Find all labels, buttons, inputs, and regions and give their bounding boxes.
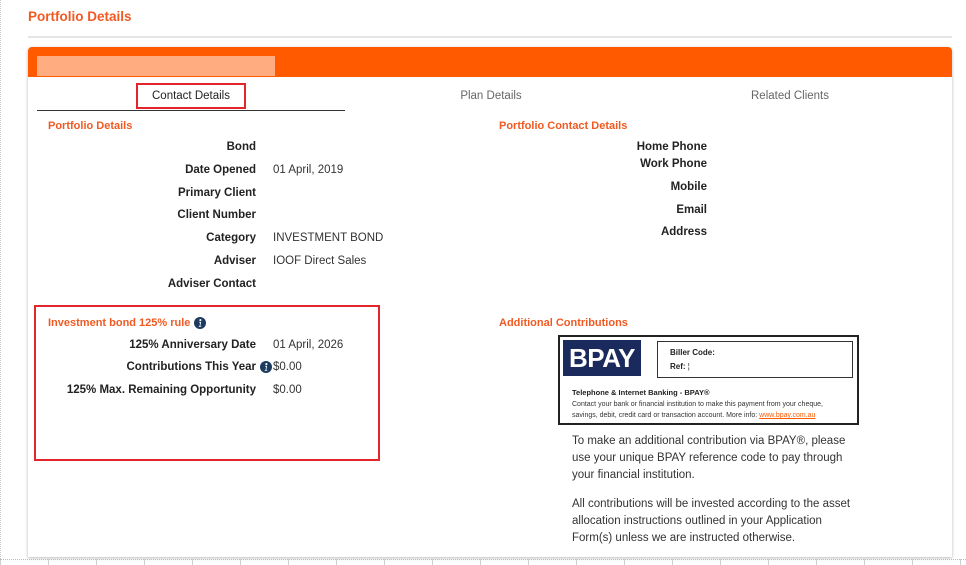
contribution-instructions: To make an additional contribution via B… [572, 435, 846, 481]
rule-value: 01 April, 2026 [273, 339, 344, 351]
page-title: Portfolio Details [28, 9, 132, 24]
card-header-bar [28, 47, 952, 77]
detail-label: Date Opened [185, 164, 256, 176]
detail-row-category: Category INVESTMENT BOND [36, 230, 383, 246]
info-icon[interactable] [194, 317, 207, 329]
bpay-title: Telephone & Internet Banking - BPAY® [572, 388, 710, 397]
rule-row-contributions-this-year: Contributions This Year $0.00 [36, 359, 302, 375]
biller-code-box: Biller Code: Ref: ¦ [657, 341, 853, 378]
bpay-panel: BPAY Biller Code: Ref: ¦ Telephone & Int… [558, 335, 859, 425]
detail-row-primary-client: Primary Client [36, 185, 273, 201]
rule-label: Contributions This Year [126, 361, 257, 373]
rule-row-anniversary-date: 125% Anniversary Date 01 April, 2026 [36, 337, 343, 353]
contact-row-email: Email [487, 202, 724, 218]
detail-row-bond: Bond [36, 139, 273, 155]
tab-related-clients[interactable]: Related Clients [637, 83, 943, 111]
rule-label: 125% Anniversary Date [129, 339, 256, 351]
detail-row-date-opened: Date Opened 01 April, 2019 [36, 162, 343, 178]
contact-label: Mobile [670, 181, 707, 193]
ref-value: ¦ [687, 362, 690, 371]
detail-row-client-number: Client Number [36, 207, 273, 223]
bpay-logo: BPAY [563, 340, 641, 376]
contact-label: Email [676, 204, 707, 216]
rule-125-heading-text: Investment bond 125% rule [48, 317, 191, 329]
detail-label: Category [206, 232, 256, 244]
detail-label: Bond [226, 141, 256, 153]
detail-label: Adviser [213, 255, 256, 267]
ref-label: Ref: [670, 362, 686, 371]
contact-row-home-phone: Home Phone [487, 139, 724, 155]
portfolio-card: Contact Details Plan Details Related Cli… [28, 47, 952, 557]
redacted-portfolio-name [37, 56, 275, 76]
additional-contributions-heading: Additional Contributions [499, 317, 628, 329]
detail-row-adviser: Adviser IOOF Direct Sales [36, 253, 367, 269]
detail-value: INVESTMENT BOND [273, 232, 384, 244]
tab-plan-details[interactable]: Plan Details [345, 83, 637, 111]
title-divider [28, 36, 952, 38]
contact-label: Address [660, 226, 707, 238]
bpay-website-link[interactable]: www.bpay.com.au [759, 412, 815, 419]
contact-row-work-phone: Work Phone [487, 156, 724, 172]
highlight-box-contact-tab [136, 83, 246, 109]
rule-value: $0.00 [273, 384, 302, 396]
ref-line: Ref: ¦ [670, 362, 690, 372]
contact-row-address: Address [487, 224, 724, 240]
portfolio-details-heading: Portfolio Details [48, 120, 133, 132]
detail-row-adviser-contact: Adviser Contact [36, 276, 273, 292]
bpay-description: Contact your bank or financial instituti… [572, 399, 834, 421]
detail-value: 01 April, 2019 [273, 164, 344, 176]
detail-label: Adviser Contact [167, 278, 256, 290]
contact-label: Work Phone [640, 158, 707, 170]
contact-label: Home Phone [636, 141, 707, 153]
rule-125-heading: Investment bond 125% rule [48, 316, 207, 330]
contribution-allocation-note: All contributions will be invested accor… [572, 498, 851, 544]
biller-code-label: Biller Code: [670, 348, 715, 357]
contact-details-heading: Portfolio Contact Details [499, 120, 628, 132]
rule-label: 125% Max. Remaining Opportunity [66, 384, 256, 396]
bottom-grid-edge [0, 559, 966, 565]
info-icon[interactable] [260, 361, 272, 373]
page-edge-guide [0, 0, 1, 565]
rule-row-max-remaining: 125% Max. Remaining Opportunity $0.00 [36, 382, 302, 398]
detail-value: IOOF Direct Sales [273, 255, 367, 267]
detail-label: Client Number [177, 209, 256, 221]
detail-label: Primary Client [178, 187, 256, 199]
contact-row-mobile: Mobile [487, 179, 724, 195]
rule-value: $0.00 [273, 361, 302, 373]
